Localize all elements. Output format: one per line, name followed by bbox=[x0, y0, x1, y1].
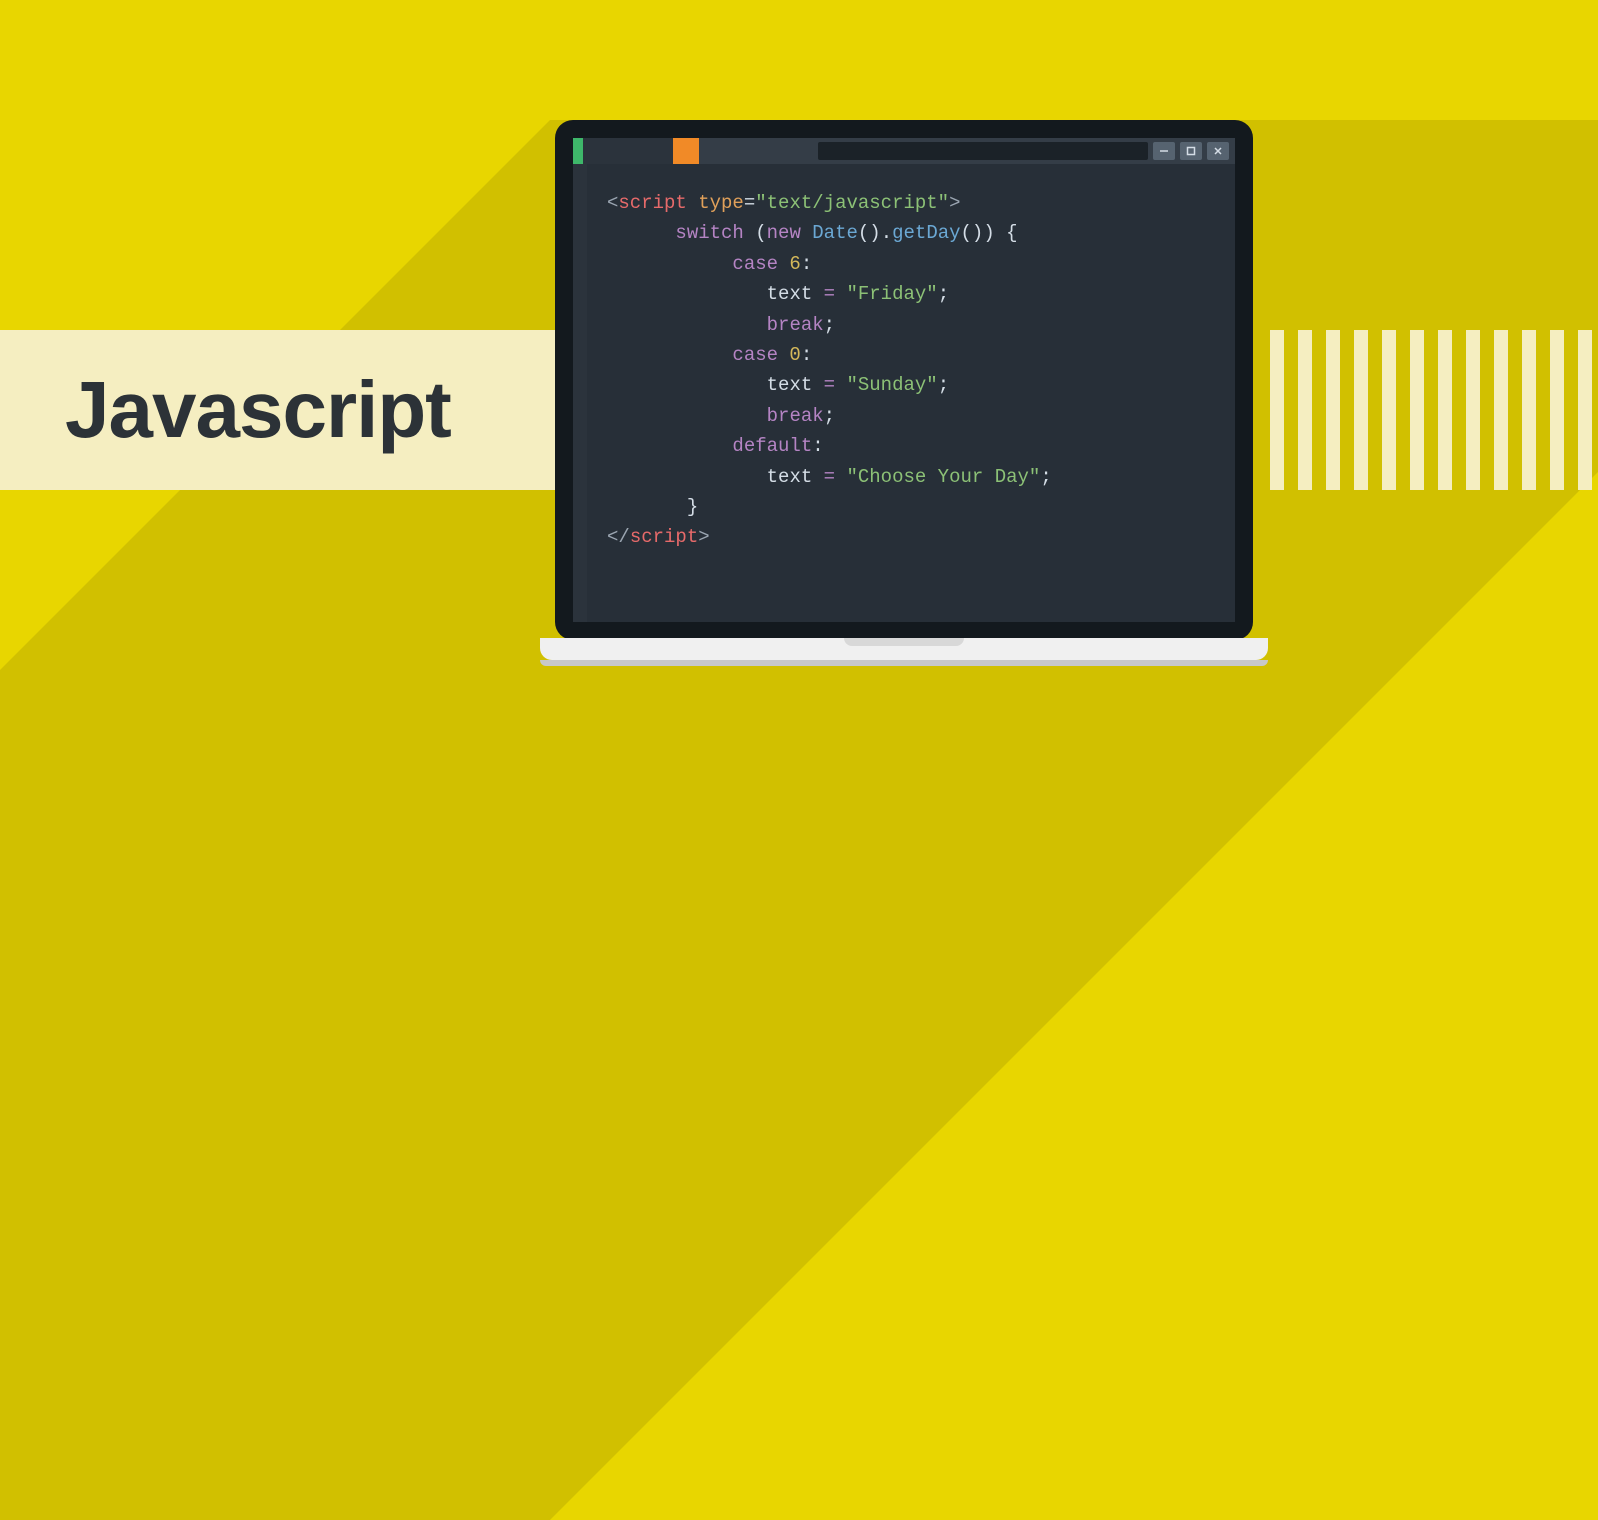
maximize-button[interactable] bbox=[1180, 142, 1202, 160]
window-controls bbox=[1153, 142, 1229, 160]
gutter bbox=[573, 164, 587, 622]
tab-indicator-orange bbox=[673, 138, 699, 164]
laptop-base bbox=[540, 638, 1268, 660]
code-block: <script type="text/javascript"> switch (… bbox=[587, 164, 1072, 622]
stripes-right bbox=[1270, 330, 1598, 490]
code-area: <script type="text/javascript"> switch (… bbox=[573, 164, 1235, 622]
address-bar[interactable] bbox=[818, 142, 1148, 160]
laptop-bezel: <script type="text/javascript"> switch (… bbox=[555, 120, 1253, 640]
tab-active[interactable] bbox=[583, 138, 673, 164]
laptop: <script type="text/javascript"> switch (… bbox=[555, 120, 1253, 660]
laptop-screen: <script type="text/javascript"> switch (… bbox=[573, 138, 1235, 622]
minimize-button[interactable] bbox=[1153, 142, 1175, 160]
close-button[interactable] bbox=[1207, 142, 1229, 160]
page-title: Javascript bbox=[65, 364, 451, 456]
tab-indicator-green bbox=[573, 138, 583, 164]
editor-tab-bar bbox=[573, 138, 1235, 164]
title-band: Javascript bbox=[0, 330, 560, 490]
